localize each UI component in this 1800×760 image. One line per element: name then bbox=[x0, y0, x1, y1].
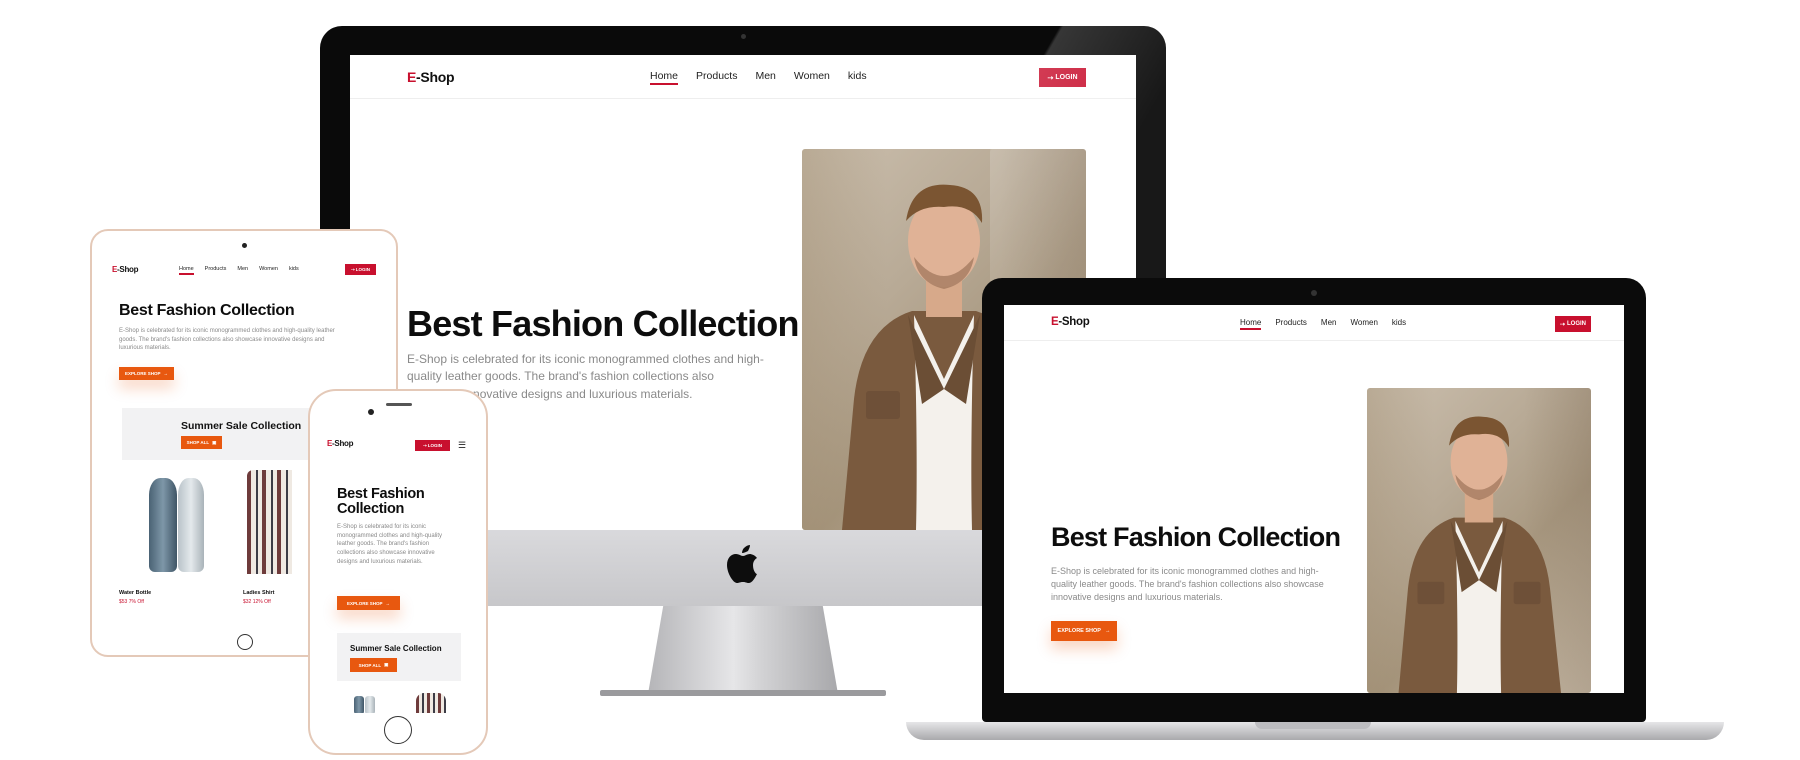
arrow-right-icon: → bbox=[385, 600, 391, 606]
product-image-ladies-shirt bbox=[247, 470, 292, 574]
nav-link-home[interactable]: Home bbox=[1240, 318, 1262, 330]
hero-description: E-Shop is celebrated for its iconic mono… bbox=[1051, 566, 1324, 603]
nav-link-kids[interactable]: kids bbox=[289, 266, 299, 272]
hero-image bbox=[1367, 388, 1591, 693]
phone-navbar: E-Shop ⇢ LOGIN ☰ bbox=[319, 430, 477, 454]
explore-shop-button[interactable]: EXPLORE SHOP → bbox=[1051, 621, 1117, 641]
tablet-camera bbox=[242, 243, 247, 248]
nav-link-men[interactable]: Men bbox=[1321, 318, 1337, 327]
nav-link-products[interactable]: Products bbox=[205, 266, 227, 272]
summer-sale-banner bbox=[337, 633, 461, 681]
product-name: Ladies Shirt bbox=[243, 590, 275, 596]
phone-speaker bbox=[386, 403, 412, 406]
laptop-notch bbox=[1255, 722, 1371, 729]
product-price: $32 12% Off bbox=[243, 599, 271, 605]
hero-title: Best Fashion Collection bbox=[1051, 522, 1341, 552]
hero-title: Best Fashion Collection bbox=[407, 303, 799, 344]
nav-links: Home Products Men Women kids bbox=[1240, 318, 1406, 330]
product-price: $53 7% Off bbox=[119, 599, 144, 605]
laptop-screen: E-Shop Home Products Men Women kids ⇢ LOG… bbox=[1004, 305, 1624, 693]
apple-logo-icon bbox=[727, 545, 757, 583]
login-button[interactable]: ⇢LOGIN bbox=[415, 440, 450, 451]
nav-link-products[interactable]: Products bbox=[696, 70, 737, 82]
nav-links: Home Products Men Women kids bbox=[179, 266, 299, 275]
site-logo[interactable]: E-Shop bbox=[112, 265, 139, 274]
product-image-water-bottle-2 bbox=[365, 696, 375, 713]
sale-title: Summer Sale Collection bbox=[181, 420, 302, 432]
nav-link-women[interactable]: Women bbox=[794, 70, 830, 82]
nav-link-kids[interactable]: kids bbox=[1392, 318, 1406, 327]
login-button[interactable]: ⇢LOGIN bbox=[1555, 316, 1591, 332]
nav-link-home[interactable]: Home bbox=[650, 70, 679, 85]
login-button[interactable]: ⇢LOGIN bbox=[345, 264, 376, 275]
phone-home-button[interactable] bbox=[384, 716, 412, 744]
shopping-bag-icon: ▣ bbox=[212, 439, 217, 445]
shop-all-button[interactable]: SHOP ALL ▣ bbox=[181, 436, 222, 449]
explore-shop-button[interactable]: EXPLORE SHOP → bbox=[119, 367, 174, 380]
nav-link-women[interactable]: Women bbox=[259, 266, 278, 272]
login-arrow-icon: ⇢ bbox=[1559, 321, 1566, 328]
hero-title: Best Fashion Collection bbox=[119, 302, 295, 319]
site-logo[interactable]: E-Shop bbox=[1051, 316, 1090, 328]
imac-stand bbox=[648, 606, 838, 694]
nav-link-women[interactable]: Women bbox=[1350, 318, 1377, 327]
nav-link-kids[interactable]: kids bbox=[848, 70, 867, 82]
model-illustration bbox=[1398, 416, 1562, 693]
nav-link-products[interactable]: Products bbox=[1275, 318, 1307, 327]
site-logo[interactable]: E-Shop bbox=[407, 69, 455, 85]
arrow-right-icon: → bbox=[1104, 628, 1111, 634]
tablet-navbar: E-Shop Home Products Men Women kids ⇢ LOG… bbox=[104, 256, 384, 282]
product-image-ladies-shirt bbox=[416, 693, 446, 713]
sale-title: Summer Sale Collection bbox=[350, 644, 442, 653]
nav-link-men[interactable]: Men bbox=[237, 266, 248, 272]
shop-all-button[interactable]: SHOP ALL ▣ bbox=[350, 658, 397, 672]
shopping-bag-icon: ▣ bbox=[384, 662, 389, 667]
login-arrow-icon: ⇢ bbox=[350, 266, 355, 272]
summer-sale-banner bbox=[122, 408, 322, 460]
nav-links: Home Products Men Women kids bbox=[650, 70, 867, 85]
site-logo[interactable]: E-Shop bbox=[327, 439, 354, 448]
hamburger-menu-icon[interactable]: ☰ bbox=[458, 441, 466, 450]
arrow-right-icon: → bbox=[163, 371, 169, 376]
product-image-water-bottle bbox=[149, 478, 177, 572]
explore-shop-button[interactable]: EXPLORE SHOP → bbox=[337, 596, 400, 610]
nav-link-home[interactable]: Home bbox=[179, 266, 194, 275]
product-image-water-bottle-2 bbox=[178, 478, 204, 572]
phone-camera bbox=[368, 409, 374, 415]
hero-description: E-Shop is celebrated for its iconic mono… bbox=[119, 328, 335, 352]
hero-title: Best Fashion Collection bbox=[337, 486, 425, 518]
product-image-water-bottle bbox=[354, 696, 364, 713]
tablet-home-button[interactable] bbox=[237, 634, 253, 650]
laptop-camera bbox=[1311, 290, 1317, 296]
nav-link-men[interactable]: Men bbox=[755, 70, 775, 82]
imac-camera bbox=[741, 34, 746, 39]
laptop-navbar: E-Shop Home Products Men Women kids ⇢ LOG… bbox=[1004, 305, 1624, 341]
product-name: Water Bottle bbox=[119, 590, 152, 596]
login-arrow-icon: ⇢ bbox=[422, 442, 427, 448]
imac-base bbox=[600, 690, 886, 696]
phone-screen: E-Shop ⇢ LOGIN ☰ Best Fashion Collection … bbox=[319, 430, 477, 713]
hero-description: E-Shop is celebrated for its iconic mono… bbox=[337, 524, 443, 565]
